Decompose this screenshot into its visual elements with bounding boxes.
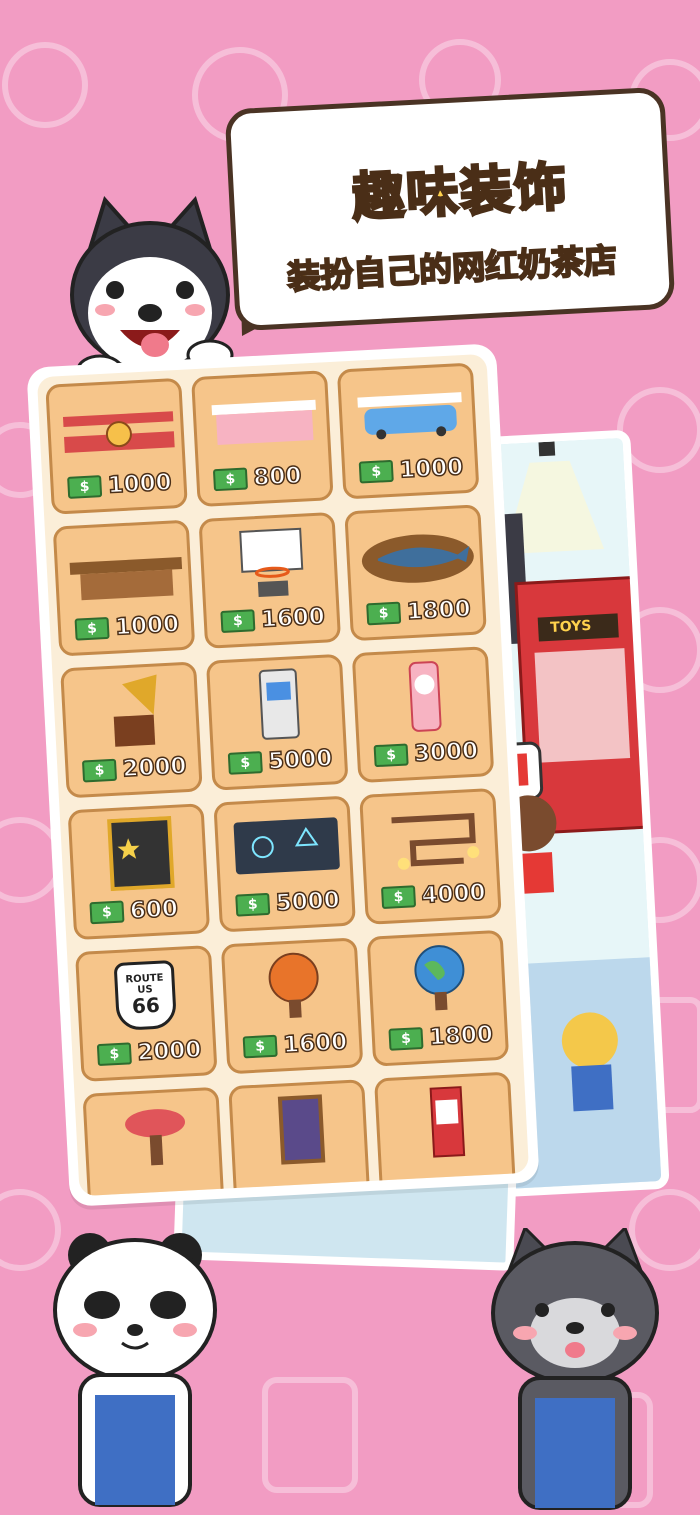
shop-item-menu-board[interactable] [228,1079,371,1197]
shop-item-route-66-sign[interactable]: ROUTE US 66 $2000 [74,945,218,1082]
red-stool-icon [125,1109,186,1166]
item-price: 1000 [114,611,181,642]
cash-icon: $ [89,900,125,925]
marlin-plaque-icon [361,534,474,583]
globe-table-icon [414,945,465,1011]
cash-icon: $ [220,609,256,634]
item-price: 1800 [405,595,472,626]
shop-grid: $1000 $800 $1000 $ 1000 $ 1600 $ 1800 $ … [45,362,517,1197]
husky-character [70,196,234,385]
shop-item-arcade-machine[interactable]: $5000 [205,653,349,791]
shop-item-mini-claw-machine[interactable] [374,1071,517,1197]
decoration-shop-panel: $1000 $800 $1000 $ 1000 $ 1600 $ 1800 $ … [26,343,540,1207]
item-price: 1800 [428,1021,495,1052]
menu-board-icon [277,1094,326,1165]
shop-item-gramophone[interactable]: $2000 [60,661,203,799]
item-price: 1600 [259,603,326,634]
cash-icon: $ [366,601,402,626]
car-counter-icon [357,392,462,440]
cash-icon: $ [242,1034,278,1059]
shop-item-marlin-plaque[interactable]: $1800 [344,504,487,642]
star-board-icon [107,815,175,892]
item-price: 2000 [136,1036,203,1067]
cash-icon: $ [81,758,118,783]
item-price: 5000 [267,745,334,776]
shop-item-star-board[interactable]: $600 [67,803,211,941]
shop-item-car-counter[interactable]: $1000 [336,362,480,500]
route-66-sign-icon: ROUTE US 66 [87,957,205,1035]
item-price: 4000 [420,879,487,910]
pipe-lamp-icon [391,813,480,870]
gumball-machine-icon [408,661,442,732]
wooden-counter-icon [69,557,183,601]
item-price: 600 [128,895,179,925]
item-price: 2000 [121,752,188,783]
cash-icon: $ [227,751,263,775]
shop-item-pink-counter[interactable]: $800 [191,370,334,508]
item-price: 800 [252,462,303,492]
item-price: 5000 [274,886,341,917]
shop-item-gumball-machine[interactable]: $3000 [351,646,495,784]
gramophone-icon [113,674,157,747]
basketball-table-icon [268,952,319,1018]
shop-item-basketball-hoop[interactable]: $1600 [198,511,342,649]
shop-item-red-stool[interactable] [82,1086,226,1197]
raccoon-character [491,1228,659,1510]
shop-item-basketball-table[interactable]: $1600 [220,937,364,1075]
neon-sign-icon [233,817,340,875]
pink-counter-icon [211,399,316,445]
route-sign-number: 66 [131,992,161,1019]
shop-item-neon-sign[interactable]: $5000 [213,795,356,933]
mini-claw-machine-icon [429,1086,466,1158]
shop-item-globe-table[interactable]: $1800 [366,929,510,1067]
panda-character [53,1233,217,1507]
cash-icon: $ [96,1042,132,1067]
shop-item-wooden-counter[interactable]: $1000 [52,519,196,657]
airplane-counter-icon [62,411,175,453]
item-price: 1000 [106,469,173,500]
cash-icon: $ [380,885,417,909]
basketball-hoop-icon [239,527,304,598]
cash-icon: $ [373,743,409,768]
cash-icon: $ [74,616,110,641]
cash-icon: $ [212,467,249,492]
cash-icon: $ [358,459,394,484]
cash-icon: $ [388,1027,424,1051]
shop-item-airplane-counter[interactable]: $1000 [45,377,188,515]
arcade-machine-icon [258,668,300,740]
item-price: 3000 [413,737,480,768]
claw-machine-label: TOYS [549,617,592,636]
item-price: 1000 [398,453,465,484]
cash-icon: $ [67,475,103,499]
shop-item-pipe-lamp[interactable]: $4000 [359,787,502,925]
item-price: 1600 [282,1028,349,1059]
cash-icon: $ [235,892,271,917]
